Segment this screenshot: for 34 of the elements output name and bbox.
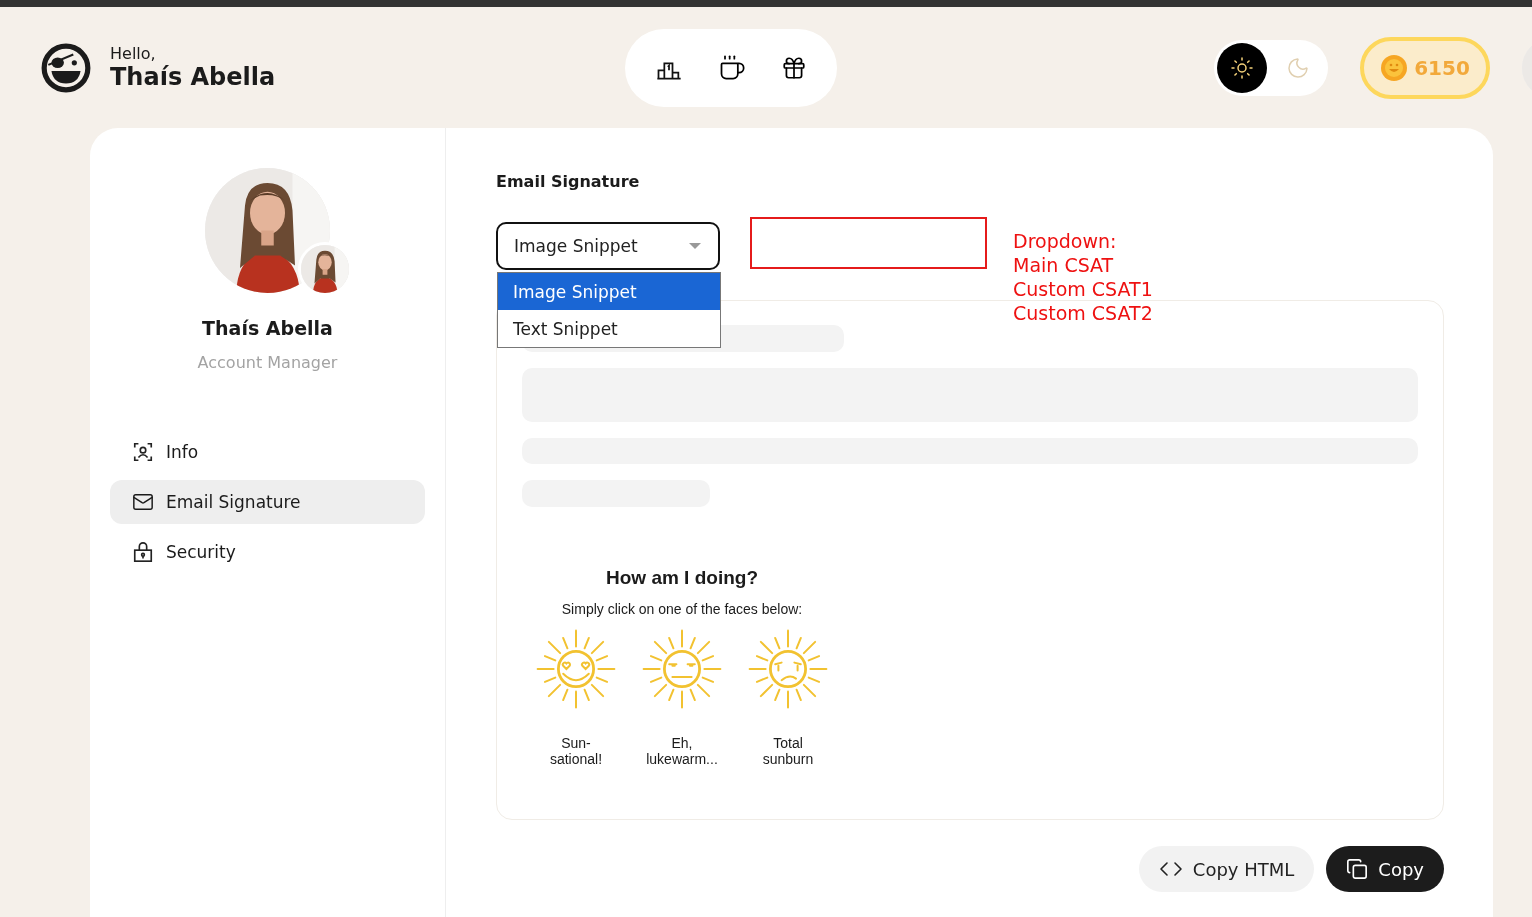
coin-icon: [1380, 53, 1409, 82]
sun-icon: [1230, 55, 1254, 80]
profile-role: Account Manager: [197, 353, 338, 372]
coin-count: 6150: [1414, 55, 1470, 80]
gift-icon: [781, 54, 808, 81]
sun-face-icon[interactable]: [642, 629, 722, 709]
lock-icon: [132, 541, 154, 563]
snippet-select[interactable]: Image Snippet: [496, 222, 720, 270]
csat-subtitle: Simply click on one of the faces below:: [561, 601, 803, 617]
sidebar-item[interactable]: Security: [110, 530, 425, 574]
sidebar-item[interactable]: Info: [110, 430, 425, 474]
copy-button[interactable]: Copy: [1326, 846, 1444, 892]
sun-face-icon[interactable]: [536, 629, 616, 709]
user-scan-icon: [132, 441, 154, 463]
sidebar-item[interactable]: Email Signature: [110, 480, 425, 524]
dropdown-option[interactable]: Image Snippet: [498, 273, 720, 310]
caret-icon: [688, 242, 702, 250]
profile-name: Thaís Abella: [202, 317, 333, 339]
annotation-note: Dropdown: Main CSAT Custom CSAT1 Custom CSAT2: [1013, 229, 1153, 325]
copy-icon: [1346, 858, 1369, 880]
face-label: Sun-sational!: [548, 734, 604, 769]
copy-html-button[interactable]: Copy HTML: [1138, 846, 1315, 892]
csat-title: How am I doing?: [606, 567, 758, 589]
coffee-icon: [718, 53, 746, 82]
section-title: Email Signature: [496, 172, 641, 191]
user-name: Thaís Abella: [110, 63, 276, 91]
theme-option[interactable]: [1217, 42, 1267, 93]
moon-icon: [1286, 55, 1310, 80]
mail-icon: [132, 491, 154, 513]
face-label: Total sunburn: [761, 734, 815, 769]
winking-face-logo: [40, 41, 92, 94]
face-label: Eh, lukewarm...: [645, 734, 719, 769]
greeting: Hello,: [110, 44, 157, 63]
sun-face-icon[interactable]: [748, 629, 828, 709]
